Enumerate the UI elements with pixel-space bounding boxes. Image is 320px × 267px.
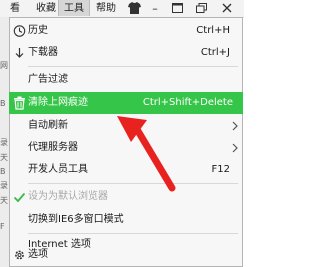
annotation-arrow-icon	[117, 116, 176, 192]
